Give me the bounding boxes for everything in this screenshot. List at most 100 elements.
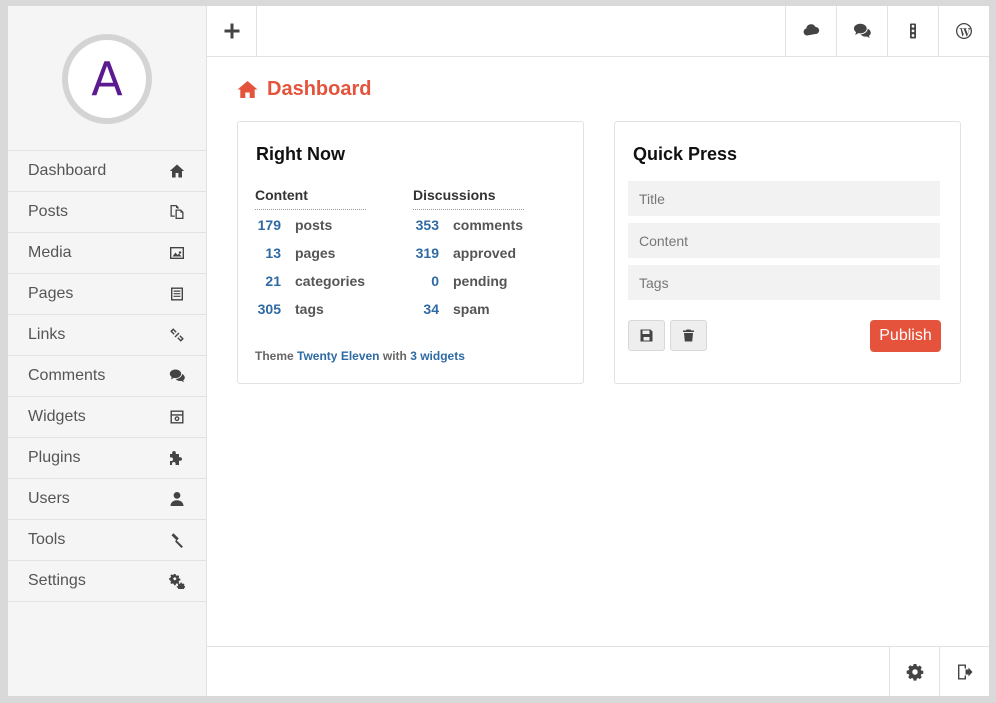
discussion-row-approved[interactable]: 319 approved xyxy=(413,245,516,261)
right-now-panel: Right Now Content Discussions 179 posts … xyxy=(237,121,584,384)
hammer-icon xyxy=(168,531,186,549)
page-icon xyxy=(168,285,186,303)
count-label: pages xyxy=(295,245,336,261)
traffic-button[interactable] xyxy=(887,6,937,56)
sidebar-item-dashboard[interactable]: Dashboard xyxy=(8,151,206,192)
documents-icon xyxy=(168,203,186,221)
sidebar-item-pages[interactable]: Pages xyxy=(8,274,206,315)
trash-icon xyxy=(683,329,694,342)
title-input[interactable] xyxy=(628,181,940,216)
sidebar-item-label: Pages xyxy=(28,285,74,302)
count-label: tags xyxy=(295,301,324,317)
comments-icon xyxy=(168,367,186,385)
count-label: spam xyxy=(453,301,490,317)
count: 305 xyxy=(257,301,281,317)
plus-icon xyxy=(224,23,239,39)
page-title-text: Dashboard xyxy=(267,78,372,100)
content-row-pages[interactable]: 13 pages xyxy=(255,245,335,261)
content-row-categories[interactable]: 21 categories xyxy=(255,273,365,289)
count-label: approved xyxy=(453,245,517,261)
widget-icon xyxy=(168,408,186,426)
sidebar-item-media[interactable]: Media xyxy=(8,233,206,274)
count-label: categories xyxy=(295,273,366,289)
theme-info: Theme Twenty Eleven with 3 widgets xyxy=(255,349,465,363)
delete-button[interactable] xyxy=(670,320,707,351)
link-icon xyxy=(168,326,186,344)
content-input[interactable] xyxy=(628,223,940,258)
bottom-toolbar xyxy=(207,646,989,696)
top-toolbar xyxy=(207,6,989,57)
app-frame: A Dashboard Posts Media Pages Links Comm… xyxy=(8,6,989,696)
count: 353 xyxy=(415,217,439,233)
count: 21 xyxy=(265,273,281,289)
logout-icon xyxy=(957,664,972,679)
sidebar-item-widgets[interactable]: Widgets xyxy=(8,397,206,438)
image-icon xyxy=(168,244,186,262)
gear-icon xyxy=(906,663,923,681)
wordpress-button[interactable] xyxy=(938,6,988,56)
sidebar-item-label: Plugins xyxy=(28,449,81,466)
wordpress-icon xyxy=(955,23,972,39)
discussion-row-pending[interactable]: 0 pending xyxy=(413,273,507,289)
settings-button[interactable] xyxy=(889,647,939,696)
panel-title: Quick Press xyxy=(633,144,738,164)
sidebar-item-label: Links xyxy=(28,326,66,343)
sidebar-item-label: Widgets xyxy=(28,408,86,425)
discussion-row-spam[interactable]: 34 spam xyxy=(413,301,490,317)
user-icon xyxy=(168,490,186,508)
quick-press-panel: Quick Press Publish xyxy=(614,121,961,384)
theme-prefix: Theme xyxy=(255,349,294,363)
panel-title: Right Now xyxy=(256,144,345,164)
sidebar-item-settings[interactable]: Settings xyxy=(8,561,206,602)
count: 13 xyxy=(265,245,281,261)
tags-input[interactable] xyxy=(628,265,940,300)
count-label: pending xyxy=(453,273,508,289)
sidebar-item-label: Tools xyxy=(28,531,66,548)
sidebar-item-label: Users xyxy=(28,490,70,507)
comments-icon xyxy=(853,23,871,39)
count: 179 xyxy=(257,217,281,233)
avatar[interactable]: A xyxy=(62,34,152,124)
widgets-link[interactable]: 3 widgets xyxy=(410,349,465,363)
content-heading: Content xyxy=(255,187,366,210)
floppy-disk-icon xyxy=(640,329,653,342)
avatar-area: A xyxy=(8,6,206,151)
sidebar-item-users[interactable]: Users xyxy=(8,479,206,520)
sidebar-item-tools[interactable]: Tools xyxy=(8,520,206,561)
discussion-row-comments[interactable]: 353 comments xyxy=(413,217,523,233)
count: 319 xyxy=(415,245,439,261)
logout-button[interactable] xyxy=(939,647,989,696)
cloud-icon xyxy=(803,24,819,36)
page-title: Dashboard xyxy=(237,78,371,101)
sidebar-item-links[interactable]: Links xyxy=(8,315,206,356)
content-row-posts[interactable]: 179 posts xyxy=(255,217,333,233)
cloud-button[interactable] xyxy=(785,6,835,56)
add-new-button[interactable] xyxy=(207,6,257,56)
home-icon xyxy=(168,162,186,180)
sidebar-item-label: Media xyxy=(28,244,72,261)
home-icon xyxy=(237,81,258,98)
count-label: comments xyxy=(453,217,524,233)
avatar-letter: A xyxy=(91,52,123,106)
sidebar-item-comments[interactable]: Comments xyxy=(8,356,206,397)
count: 34 xyxy=(423,301,439,317)
theme-mid: with xyxy=(382,349,407,363)
sidebar-item-label: Posts xyxy=(28,203,69,220)
discussions-heading: Discussions xyxy=(413,187,524,210)
count-label: posts xyxy=(295,217,333,233)
publish-button[interactable]: Publish xyxy=(870,320,941,352)
count: 0 xyxy=(431,273,439,289)
sidebar-item-label: Dashboard xyxy=(28,162,107,179)
sidebar: A Dashboard Posts Media Pages Links Comm… xyxy=(8,6,207,696)
sidebar-item-label: Settings xyxy=(28,572,86,589)
theme-link[interactable]: Twenty Eleven xyxy=(297,349,379,363)
sidebar-item-posts[interactable]: Posts xyxy=(8,192,206,233)
save-draft-button[interactable] xyxy=(628,320,665,351)
sidebar-item-label: Comments xyxy=(28,367,106,384)
puzzle-icon xyxy=(168,449,186,467)
content-row-tags[interactable]: 305 tags xyxy=(255,301,324,317)
traffic-light-icon xyxy=(909,23,916,39)
sidebar-item-plugins[interactable]: Plugins xyxy=(8,438,206,479)
gears-icon xyxy=(168,572,186,590)
comments-button[interactable] xyxy=(836,6,886,56)
